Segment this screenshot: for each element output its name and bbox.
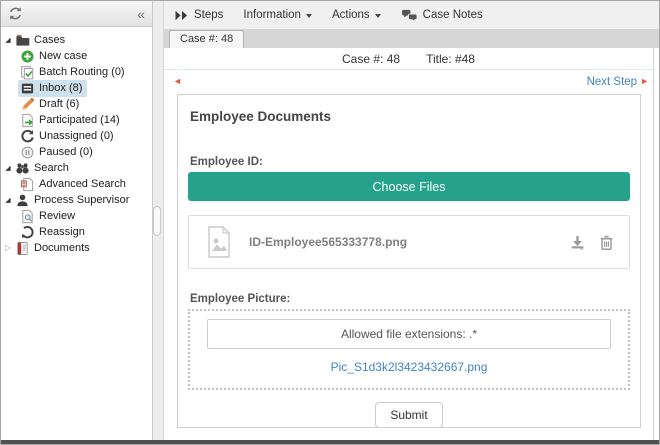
chevron-down-icon	[375, 14, 381, 18]
steps-icon	[174, 10, 189, 21]
cases-icon	[15, 33, 30, 48]
case-title-row: Case #: 48 Title: #48	[164, 48, 653, 70]
sidebar-item-label: Participated (14)	[39, 114, 120, 126]
sidebar-item-draft[interactable]: Draft (6)	[3, 96, 150, 112]
refresh-icon[interactable]	[8, 6, 23, 21]
actions-label: Actions	[332, 9, 370, 21]
sidebar-item-label: Unassigned (0)	[39, 130, 114, 142]
advanced-search-icon	[20, 177, 35, 192]
sidebar-item-label: Cases	[34, 34, 65, 46]
chevron-down-icon	[306, 14, 312, 18]
splitter-handle[interactable]	[153, 206, 161, 236]
draft-icon	[20, 97, 35, 112]
case-tree: ◢ Cases New case	[1, 27, 153, 440]
uploaded-file-row: ID-Employee565333778.png	[188, 215, 630, 269]
previous-step-arrow-icon[interactable]: ◄	[173, 77, 182, 86]
case-toolbar: Steps Information Actions	[164, 1, 659, 29]
search-binoculars-icon	[15, 161, 30, 176]
sidebar-item-label: Review	[39, 210, 75, 222]
sidebar-item-label: Inbox (8)	[39, 82, 82, 94]
tree-expanded-icon[interactable]: ◢	[3, 165, 13, 172]
information-label: Information	[243, 9, 301, 21]
case-content: Case #: 48 Title: #48 ◄ Next Step ► Empl…	[164, 48, 659, 440]
sidebar-item-advanced-search[interactable]: Advanced Search	[3, 176, 150, 192]
reassign-icon	[20, 225, 35, 240]
sidebar-item-unassigned[interactable]: Unassigned (0)	[3, 128, 150, 144]
sidebar-item-review[interactable]: Review	[3, 208, 150, 224]
sidebar-item-label: Reassign	[39, 226, 85, 238]
actions-menu[interactable]: Actions	[332, 9, 381, 21]
sidebar-item-label: Paused (0)	[39, 146, 93, 158]
submit-row: Submit	[188, 402, 630, 428]
sidebar-item-reassign[interactable]: Reassign	[3, 224, 150, 240]
sidebar-item-documents[interactable]: ▷ Documents	[3, 240, 150, 256]
sidebar-item-label: Advanced Search	[39, 178, 126, 190]
dynaform-panel: Employee Documents Employee ID: Choose F…	[177, 94, 641, 428]
trash-icon[interactable]	[598, 234, 615, 251]
participated-icon	[20, 113, 35, 128]
employee-id-label: Employee ID:	[190, 156, 630, 168]
information-menu[interactable]: Information	[243, 9, 312, 21]
next-step-link[interactable]: Next Step ►	[587, 76, 649, 88]
file-actions	[569, 234, 615, 251]
new-case-icon	[20, 49, 35, 64]
main-area: Steps Information Actions	[164, 1, 659, 440]
tree-expanded-icon[interactable]: ◢	[3, 37, 13, 44]
sidebar-item-label: New case	[39, 50, 87, 62]
steps-label: Steps	[194, 9, 223, 21]
sidebar-item-cases[interactable]: ◢ Cases	[3, 32, 150, 48]
app-window: « ◢ Cases	[0, 0, 660, 445]
step-nav-row: ◄ Next Step ►	[164, 70, 653, 93]
paused-icon	[20, 145, 35, 160]
sidebar-item-paused[interactable]: Paused (0)	[3, 144, 150, 160]
sidebar-item-label: Search	[34, 162, 69, 174]
form-title: Employee Documents	[190, 109, 630, 124]
picture-file-link[interactable]: Pic_S1d3k2l3423432667.png	[207, 360, 611, 374]
choose-files-button[interactable]: Choose Files	[188, 172, 630, 201]
inbox-icon	[20, 81, 35, 96]
scrollbar-track	[653, 48, 659, 440]
bottom-status-bar	[1, 440, 659, 444]
sidebar-item-batch-routing[interactable]: Batch Routing (0)	[3, 64, 150, 80]
tree-expanded-icon[interactable]: ◢	[3, 197, 13, 204]
sidebar-item-label: Batch Routing (0)	[39, 66, 125, 78]
documents-book-icon	[15, 241, 30, 256]
download-icon[interactable]	[569, 234, 586, 251]
next-step-arrow-icon: ►	[640, 77, 649, 86]
allowed-extensions-box: Allowed file extensions: .*	[207, 319, 611, 349]
next-step-label: Next Step	[587, 76, 638, 88]
sidebar-item-label: Documents	[34, 242, 90, 254]
review-icon	[20, 209, 35, 224]
sidebar-item-participated[interactable]: Participated (14)	[3, 112, 150, 128]
sidebar-splitter	[153, 1, 164, 440]
image-file-icon	[203, 225, 235, 259]
submit-button[interactable]: Submit	[375, 402, 442, 428]
case-notes-button[interactable]: Case Notes	[401, 9, 483, 22]
tab-bar: Case #: 48	[164, 29, 659, 48]
batch-routing-icon	[20, 65, 35, 80]
sidebar-item-inbox[interactable]: Inbox (8)	[3, 80, 150, 96]
case-title-text: Title: #48	[426, 52, 475, 66]
collapse-sidebar-icon[interactable]: «	[137, 7, 145, 21]
case-number-text: Case #: 48	[342, 52, 400, 66]
sidebar-header: «	[1, 1, 153, 27]
sidebar-item-process-supervisor[interactable]: ◢ Process Supervisor	[3, 192, 150, 208]
tab-case-48[interactable]: Case #: 48	[169, 30, 244, 48]
sidebar-item-new-case[interactable]: New case	[3, 48, 150, 64]
sidebar-item-search[interactable]: ◢ Search	[3, 160, 150, 176]
uploaded-file-name: ID-Employee565333778.png	[249, 235, 555, 249]
sidebar-item-label: Draft (6)	[39, 98, 79, 110]
sidebar: « ◢ Cases	[1, 1, 153, 440]
case-notes-label: Case Notes	[423, 9, 483, 21]
employee-picture-label: Employee Picture:	[190, 293, 630, 305]
picture-dropzone[interactable]: Allowed file extensions: .* Pic_S1d3k2l3…	[188, 309, 630, 390]
sidebar-item-label: Process Supervisor	[34, 194, 129, 206]
tree-collapsed-icon[interactable]: ▷	[3, 244, 13, 252]
person-icon	[15, 193, 30, 208]
steps-button[interactable]: Steps	[174, 9, 223, 21]
unassigned-icon	[20, 129, 35, 144]
case-notes-icon	[401, 9, 418, 22]
